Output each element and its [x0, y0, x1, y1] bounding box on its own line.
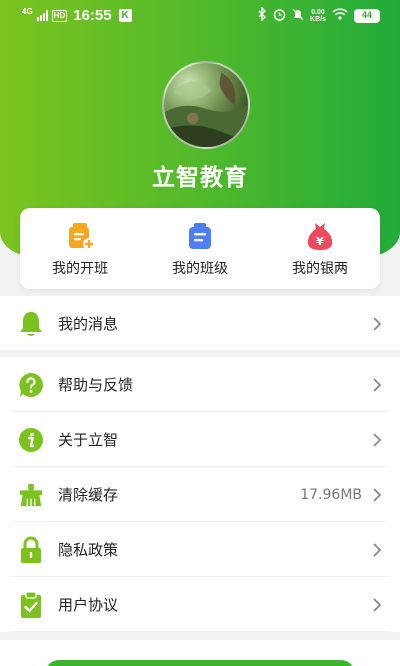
chevron-right-icon	[372, 487, 382, 503]
menu-item-label: 关于立智	[58, 431, 119, 449]
chevron-right-icon	[372, 597, 382, 613]
profile-name: 立智教育	[152, 165, 248, 191]
menu-item-about[interactable]: 关于立智	[0, 412, 400, 467]
quick-actions-card: 我的开班 我的班级 ¥ 我的银两	[20, 208, 380, 289]
lock-icon	[18, 536, 44, 564]
info-icon	[18, 426, 44, 454]
messages-section: 我的消息	[0, 296, 400, 350]
wifi-icon	[332, 8, 348, 24]
chevron-right-icon	[372, 377, 382, 393]
network-speed: 0.00 KB/s	[310, 9, 326, 23]
quick-action-label: 我的银两	[292, 261, 348, 277]
my-class-button[interactable]: 我的班级	[140, 208, 260, 289]
broom-icon	[18, 481, 44, 509]
chevron-right-icon	[372, 316, 382, 332]
menu-item-label: 隐私政策	[58, 541, 119, 559]
menu-item-help-feedback[interactable]: 帮助与反馈	[0, 357, 400, 412]
question-icon	[18, 371, 44, 399]
bluetooth-icon	[258, 6, 267, 25]
menu-item-user-agreement[interactable]: 用户协议	[0, 577, 400, 632]
clipboard-check-icon	[18, 590, 44, 619]
signal-icon	[36, 10, 48, 21]
quick-action-label: 我的班级	[172, 261, 228, 277]
mute-icon	[292, 8, 304, 25]
avatar[interactable]	[162, 61, 250, 149]
bottom-action-button[interactable]	[45, 660, 355, 666]
settings-section: 帮助与反馈 关于立智 清除缓存 17.96MB 隐私政策 用户协议	[0, 357, 400, 632]
network-type: 4G	[22, 7, 33, 16]
app-notification-icon: K	[118, 9, 132, 22]
menu-item-clear-cache[interactable]: 清除缓存 17.96MB	[0, 467, 400, 522]
menu-item-label: 我的消息	[58, 315, 119, 333]
menu-item-label: 用户协议	[58, 596, 119, 614]
menu-item-messages[interactable]: 我的消息	[0, 296, 400, 351]
status-bar: 4G HD 16:55 K 0.00 KB/s 44	[0, 0, 400, 32]
my-money-button[interactable]: ¥ 我的银两	[260, 208, 380, 289]
menu-item-privacy-policy[interactable]: 隐私政策	[0, 522, 400, 577]
bell-icon	[18, 310, 44, 338]
alarm-icon	[273, 8, 286, 25]
cache-size-value: 17.96MB	[300, 486, 362, 503]
clock: 16:55	[73, 7, 112, 24]
my-classes-open-button[interactable]: 我的开班	[20, 208, 140, 289]
battery-icon: 44	[354, 9, 380, 23]
class-list-icon	[189, 223, 211, 249]
menu-item-label: 清除缓存	[58, 486, 119, 504]
quick-action-label: 我的开班	[52, 261, 108, 277]
svg-text:¥: ¥	[316, 235, 324, 248]
chevron-right-icon	[372, 432, 382, 448]
hd-badge: HD	[51, 9, 68, 22]
class-add-icon	[69, 223, 95, 250]
money-bag-icon: ¥	[307, 223, 333, 250]
chevron-right-icon	[372, 542, 382, 558]
menu-item-label: 帮助与反馈	[58, 376, 134, 394]
